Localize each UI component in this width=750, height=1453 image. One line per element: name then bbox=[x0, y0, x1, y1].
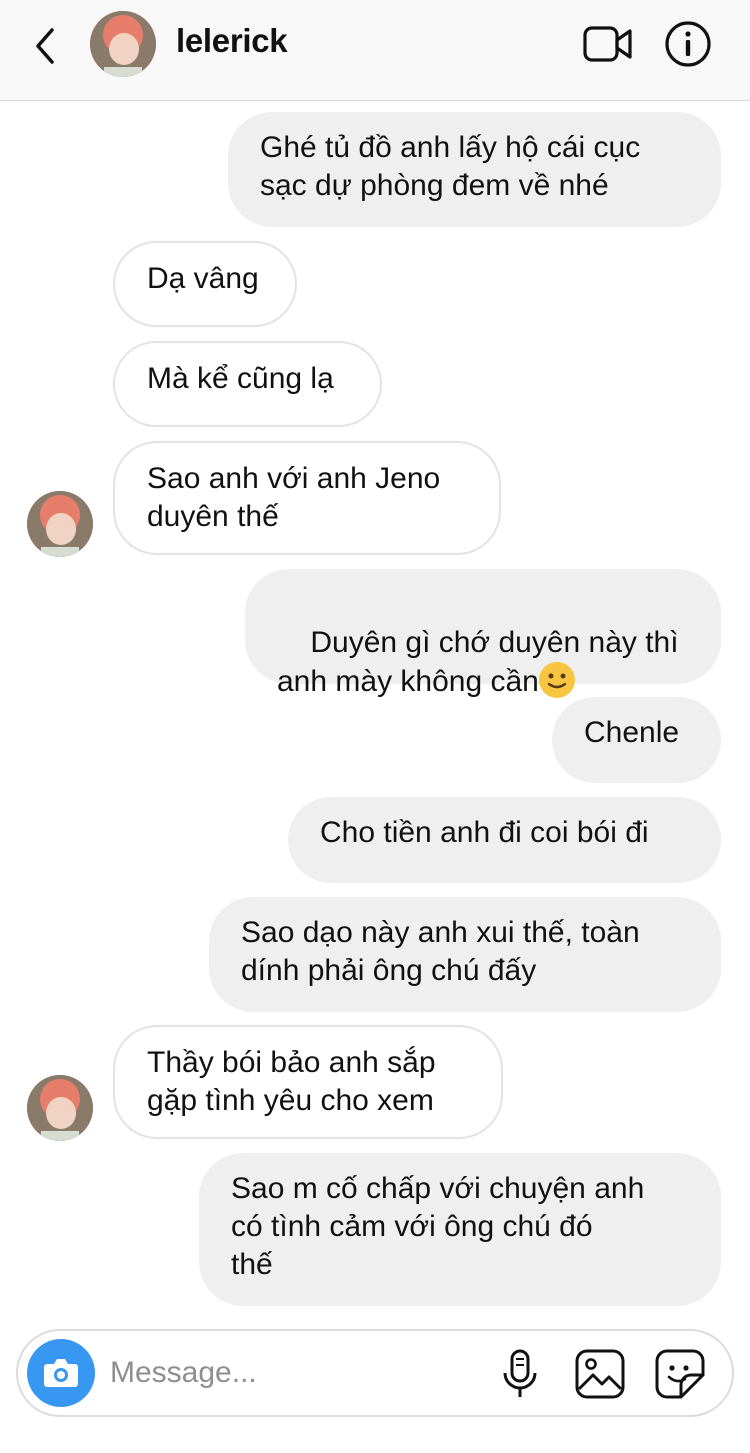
video-call-button[interactable] bbox=[582, 22, 634, 66]
profile-avatar[interactable] bbox=[90, 11, 156, 77]
message-bubble[interactable]: Cho tiền anh đi coi bói đi bbox=[288, 797, 721, 883]
slightly-smiling-face-emoji bbox=[538, 662, 575, 698]
message-bubble[interactable]: Sao m cố chấp với chuyện anh có tình cảm… bbox=[199, 1153, 721, 1306]
message-bubble[interactable]: Mà kể cũng lạ bbox=[113, 341, 382, 427]
chat-header: lelerick bbox=[0, 0, 750, 101]
message-bubble[interactable]: Thầy bói bảo anh sắp gặp tình yêu cho xe… bbox=[113, 1025, 503, 1139]
message-bubble[interactable]: Dạ vâng bbox=[113, 241, 297, 327]
message-input[interactable] bbox=[110, 1351, 490, 1395]
chevron-left-icon bbox=[36, 28, 54, 64]
message-bubble[interactable]: Sao dạo này anh xui thế, toàn dính phải … bbox=[209, 897, 721, 1012]
sender-avatar[interactable] bbox=[27, 1075, 93, 1141]
message-bubble[interactable]: Sao anh với anh Jeno duyên thế bbox=[113, 441, 501, 555]
message-thread[interactable]: Ghé tủ đồ anh lấy hộ cái cục sạc dự phòn… bbox=[0, 101, 750, 1326]
image-gallery-icon bbox=[575, 1349, 625, 1399]
info-button[interactable] bbox=[664, 20, 712, 68]
video-camera-icon bbox=[583, 26, 632, 62]
message-bubble[interactable]: Duyên gì chớ duyên này thì anh mày không… bbox=[245, 569, 721, 698]
gallery-button[interactable] bbox=[573, 1347, 627, 1401]
info-icon bbox=[665, 21, 711, 67]
camera-button[interactable] bbox=[27, 1339, 95, 1407]
microphone-icon bbox=[503, 1349, 537, 1397]
message-bubble[interactable]: Chenle bbox=[552, 697, 721, 783]
sender-avatar[interactable] bbox=[27, 491, 93, 557]
sticker-icon bbox=[655, 1349, 705, 1399]
message-text: Duyên gì chớ duyên này thì anh mày không… bbox=[277, 626, 679, 698]
camera-icon bbox=[44, 1359, 78, 1387]
back-button[interactable] bbox=[30, 26, 60, 66]
message-composer bbox=[16, 1329, 734, 1417]
sticker-button[interactable] bbox=[653, 1347, 707, 1401]
message-bubble[interactable]: Ghé tủ đồ anh lấy hộ cái cục sạc dự phòn… bbox=[228, 112, 721, 227]
microphone-button[interactable] bbox=[493, 1347, 547, 1401]
chat-username[interactable]: lelerick bbox=[176, 22, 288, 60]
